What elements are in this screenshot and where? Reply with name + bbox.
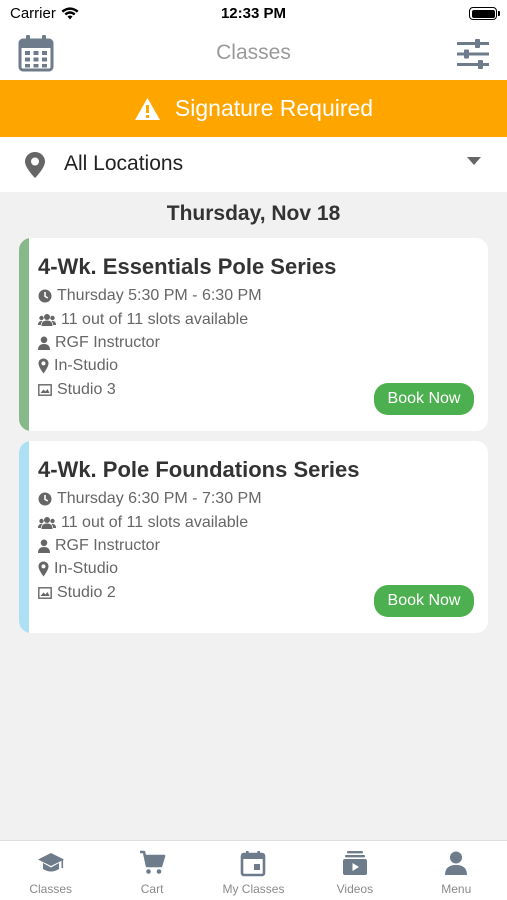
class-instructor-row: RGF Instructor (38, 537, 160, 555)
calendar-day-icon (241, 851, 266, 877)
warning-icon (134, 97, 160, 120)
tab-label: My Classes (222, 882, 285, 896)
clock-icon (38, 492, 52, 506)
class-mode: In-Studio (54, 357, 119, 374)
tab-label: Classes (29, 882, 73, 896)
location-pin-icon (38, 561, 49, 577)
chevron-down-icon (467, 157, 481, 165)
bottom-tab-bar: Classes Cart My Classes Videos Menu (0, 840, 507, 900)
class-room-row: Studio 2 (38, 584, 116, 602)
class-room-row: Studio 3 (38, 381, 116, 399)
nav-header: Classes (0, 28, 507, 80)
location-label: All Locations (64, 152, 184, 175)
room-image-icon (38, 384, 52, 396)
card-color-stripe (19, 441, 29, 633)
status-time: 12:33 PM (220, 5, 287, 22)
clock-icon (38, 289, 52, 303)
tab-label: Videos (336, 882, 374, 896)
class-room: Studio 3 (57, 381, 116, 398)
class-mode: In-Studio (54, 560, 119, 577)
class-slots-row: 11 out of 11 slots available (38, 514, 248, 532)
users-icon (38, 314, 56, 326)
map-pin-icon (25, 152, 45, 178)
battery-icon (469, 7, 500, 20)
location-pin-icon (38, 358, 49, 374)
book-now-button[interactable]: Book Now (374, 585, 474, 617)
tab-label: Menu (441, 882, 472, 896)
person-icon (38, 336, 50, 350)
cart-icon (140, 850, 166, 874)
book-now-button[interactable]: Book Now (374, 383, 474, 415)
class-slots-row: 11 out of 11 slots available (38, 311, 248, 329)
tab-menu[interactable]: Menu (408, 841, 504, 896)
class-card[interactable]: 4-Wk. Essentials Pole Series Thursday 5:… (19, 238, 488, 431)
class-card[interactable]: 4-Wk. Pole Foundations Series Thursday 6… (19, 441, 488, 633)
signature-required-banner[interactable]: Signature Required (0, 80, 507, 137)
class-mode-row: In-Studio (38, 560, 118, 578)
class-mode-row: In-Studio (38, 357, 118, 375)
class-room: Studio 2 (57, 584, 116, 601)
page-title: Classes (216, 41, 291, 64)
tab-cart[interactable]: Cart (104, 841, 200, 896)
signature-required-text: Signature Required (174, 95, 374, 121)
class-slots: 11 out of 11 slots available (61, 311, 249, 328)
room-image-icon (38, 587, 52, 599)
class-title: 4-Wk. Pole Foundations Series (38, 457, 360, 482)
class-slots: 11 out of 11 slots available (61, 514, 249, 531)
class-instructor-row: RGF Instructor (38, 334, 160, 352)
class-time: Thursday 5:30 PM - 6:30 PM (57, 287, 262, 304)
filter-sliders-icon (457, 39, 489, 69)
status-bar: Carrier 12:33 PM (0, 0, 507, 28)
graduation-cap-icon (37, 853, 64, 872)
class-instructor: RGF Instructor (55, 537, 160, 554)
users-icon (38, 517, 56, 529)
tab-my-classes[interactable]: My Classes (205, 841, 301, 896)
filter-button[interactable] (456, 38, 490, 70)
location-selector[interactable]: All Locations (0, 137, 507, 192)
tab-videos[interactable]: Videos (307, 841, 403, 896)
tab-classes[interactable]: Classes (3, 841, 99, 896)
class-time-row: Thursday 6:30 PM - 7:30 PM (38, 490, 262, 508)
class-time-row: Thursday 5:30 PM - 6:30 PM (38, 287, 262, 305)
video-library-icon (342, 851, 367, 875)
card-color-stripe (19, 238, 29, 431)
date-header: Thursday, Nov 18 (166, 202, 341, 225)
class-title: 4-Wk. Essentials Pole Series (38, 254, 337, 279)
tab-label: Cart (140, 882, 164, 896)
class-instructor: RGF Instructor (55, 334, 160, 351)
class-time: Thursday 6:30 PM - 7:30 PM (57, 490, 262, 507)
user-icon (445, 851, 468, 875)
person-icon (38, 539, 50, 553)
